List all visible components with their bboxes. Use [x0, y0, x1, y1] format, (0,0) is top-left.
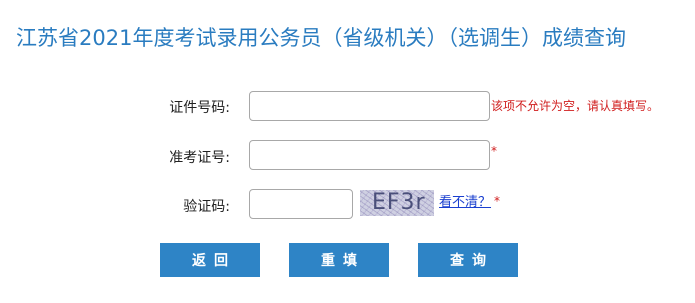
id-number-input[interactable] [249, 91, 490, 121]
page-title: 江苏省2021年度考试录用公务员（省级机关）（选调生）成绩查询 [16, 26, 626, 50]
captcha-image-text: EF3r [372, 190, 426, 215]
back-button[interactable]: 返回 [160, 243, 260, 277]
query-button[interactable]: 查询 [418, 243, 518, 277]
captcha-refresh-link[interactable]: 看不清？ [439, 191, 491, 210]
score-query-page: 江苏省2021年度考试录用公务员（省级机关）（选调生）成绩查询 证件号码: 该项… [0, 0, 695, 303]
exam-number-input[interactable] [249, 140, 490, 170]
reset-button[interactable]: 重填 [289, 243, 389, 277]
captcha-required-mark: * [494, 194, 500, 208]
captcha-image[interactable]: EF3r [360, 190, 434, 216]
exam-number-label: 准考证号: [169, 150, 230, 166]
captcha-input[interactable] [249, 189, 353, 219]
exam-number-required-mark: * [491, 144, 497, 158]
id-number-label: 证件号码: [169, 100, 230, 116]
id-number-error: 该项不允许为空，请认真填写。 [491, 99, 660, 113]
captcha-label: 验证码: [183, 199, 230, 215]
